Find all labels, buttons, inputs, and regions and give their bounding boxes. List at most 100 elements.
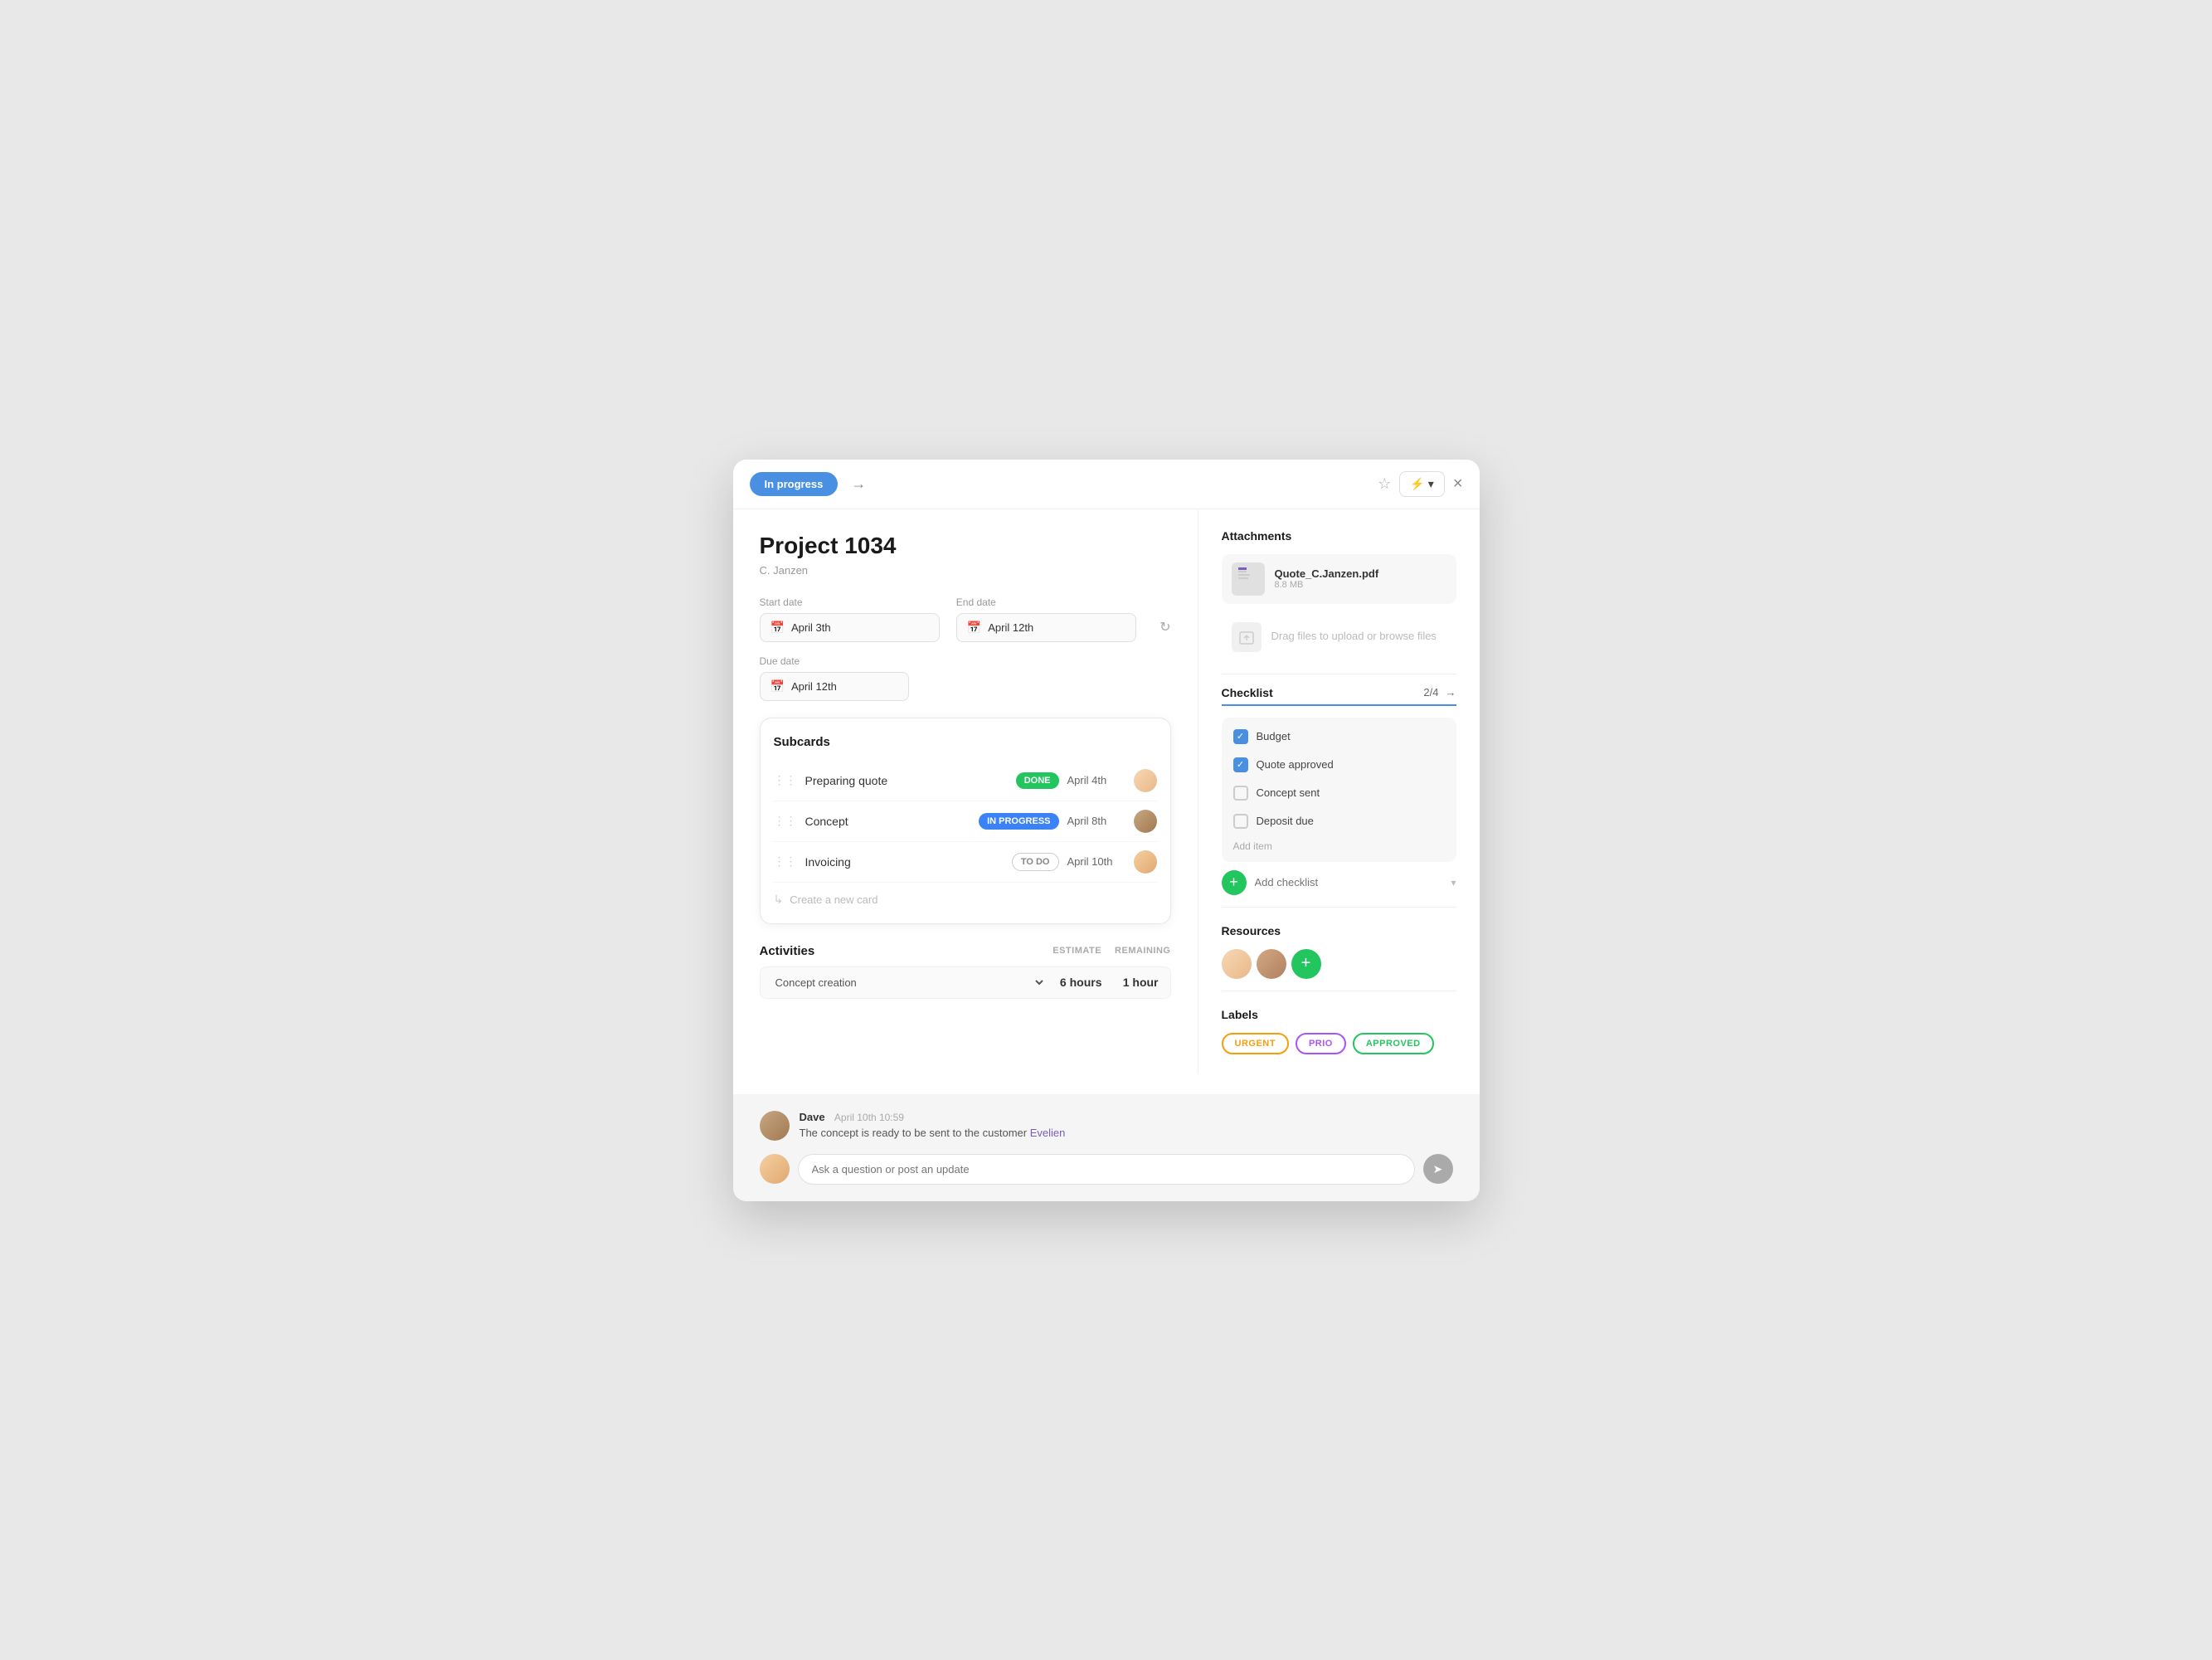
- remaining-col-label: REMAINING: [1115, 946, 1170, 956]
- end-date-input[interactable]: 📅 April 12th: [956, 613, 1136, 642]
- attachment-size-0: 8.8 MB: [1275, 580, 1379, 590]
- status-arrow-button[interactable]: →: [851, 475, 866, 493]
- comment-meta: Dave April 10th 10:59: [800, 1111, 1066, 1123]
- comment-input-row: ➤: [760, 1154, 1453, 1185]
- add-checklist-input[interactable]: [1255, 876, 1443, 888]
- status-label: In progress: [765, 478, 824, 490]
- divider-2: [1222, 907, 1456, 908]
- label-urgent[interactable]: URGENT: [1222, 1033, 1289, 1054]
- status-badge-1: IN PROGRESS: [979, 813, 1058, 830]
- status-button[interactable]: In progress: [750, 472, 839, 496]
- upload-text: Drag files to upload or browse files: [1271, 629, 1437, 644]
- end-date-value: April 12th: [988, 621, 1033, 634]
- attachment-item: Quote_C.Janzen.pdf 8.8 MB: [1222, 554, 1456, 604]
- activity-name-select[interactable]: Concept creation: [772, 976, 1046, 990]
- due-date-label: Due date: [760, 655, 1171, 667]
- start-date-input[interactable]: 📅 April 3th: [760, 613, 940, 642]
- checkbox-2[interactable]: [1233, 786, 1248, 801]
- project-author: C. Janzen: [760, 564, 1171, 577]
- right-panel: Attachments Quote_C.Janzen.pdf 8.: [1198, 509, 1480, 1074]
- checklist-item-1: ✓ Quote approved: [1222, 751, 1456, 779]
- star-button[interactable]: ☆: [1378, 475, 1391, 493]
- subcard-avatar-2: [1134, 850, 1157, 874]
- checkbox-0[interactable]: ✓: [1233, 729, 1248, 744]
- send-button[interactable]: ➤: [1423, 1154, 1453, 1184]
- subcard-name-0: Preparing quote: [805, 774, 1008, 787]
- activity-remaining-0: 1 hour: [1109, 976, 1159, 989]
- drag-handle-icon[interactable]: ⋮⋮: [774, 814, 797, 828]
- comment-input[interactable]: [798, 1154, 1415, 1185]
- start-cal-icon: 📅: [771, 621, 785, 635]
- checklist-count: 2/4: [1423, 686, 1438, 699]
- modal-header: In progress → ☆ ⚡ ▾ ×: [733, 460, 1480, 509]
- lightning-icon: ⚡: [1410, 477, 1424, 491]
- checklist-label-2: Concept sent: [1257, 786, 1320, 799]
- add-checklist-row: + ▾: [1222, 870, 1456, 895]
- subcard-date-2: April 10th: [1067, 855, 1125, 868]
- subcard-avatar-0: [1134, 769, 1157, 792]
- checklist-label-1: Quote approved: [1257, 758, 1334, 771]
- activities-cols: ESTIMATE REMAINING: [1053, 946, 1170, 956]
- comment-content: Dave April 10th 10:59 The concept is rea…: [800, 1111, 1066, 1141]
- checklist-arrow-icon: →: [1446, 686, 1456, 699]
- activity-estimate-0: 6 hours: [1053, 976, 1102, 989]
- subcards-title: Subcards: [774, 735, 1157, 749]
- drag-handle-icon[interactable]: ⋮⋮: [774, 773, 797, 787]
- resource-avatar-1: [1257, 949, 1286, 979]
- comment-mention[interactable]: Evelien: [1030, 1127, 1066, 1139]
- comment-item: Dave April 10th 10:59 The concept is rea…: [760, 1111, 1453, 1141]
- add-resource-button[interactable]: +: [1291, 949, 1321, 979]
- end-date-label: End date: [956, 596, 1136, 608]
- start-date-value: April 3th: [791, 621, 831, 634]
- send-icon: ➤: [1433, 1162, 1443, 1176]
- checklist-item-3: Deposit due: [1222, 807, 1456, 835]
- comments-section: Dave April 10th 10:59 The concept is rea…: [733, 1094, 1480, 1201]
- activity-row: Concept creation 6 hours 1 hour: [760, 966, 1171, 999]
- create-new-card-row[interactable]: ↳ Create a new card: [774, 883, 1157, 907]
- add-checklist-item[interactable]: Add item: [1222, 835, 1456, 857]
- status-badge-0: DONE: [1016, 772, 1059, 789]
- checklist-item-2: Concept sent: [1222, 779, 1456, 807]
- lightning-button[interactable]: ⚡ ▾: [1399, 471, 1444, 497]
- upload-icon: [1232, 622, 1262, 652]
- comment-author: Dave: [800, 1111, 825, 1123]
- checklist-items: ✓ Budget ✓ Quote approved Concept sent D…: [1222, 718, 1456, 862]
- pdf-icon: [1232, 562, 1265, 596]
- checklist-label-3: Deposit due: [1257, 815, 1314, 827]
- upload-area[interactable]: Drag files to upload or browse files: [1222, 612, 1456, 662]
- start-date-label: Start date: [760, 596, 940, 608]
- due-cal-icon: 📅: [771, 679, 785, 694]
- status-badge-2: TO DO: [1012, 853, 1059, 871]
- attachments-section: Attachments Quote_C.Janzen.pdf 8.: [1222, 529, 1456, 662]
- label-prio[interactable]: PRIO: [1296, 1033, 1346, 1054]
- start-date-field: Start date 📅 April 3th: [760, 596, 940, 642]
- create-card-icon: ↳: [774, 893, 784, 907]
- due-date-input[interactable]: 📅 April 12th: [760, 672, 909, 701]
- header-actions: ☆ ⚡ ▾ ×: [1378, 471, 1462, 497]
- checkbox-3[interactable]: [1233, 814, 1248, 829]
- drag-handle-icon[interactable]: ⋮⋮: [774, 854, 797, 869]
- left-panel: Project 1034 C. Janzen Start date 📅 Apri…: [733, 509, 1198, 1074]
- labels-section: Labels URGENT PRIO APPROVED: [1222, 1008, 1456, 1054]
- resources-section: Resources +: [1222, 924, 1456, 979]
- refresh-button[interactable]: ↻: [1159, 613, 1170, 642]
- attachment-name-0: Quote_C.Janzen.pdf: [1275, 567, 1379, 580]
- checkbox-1[interactable]: ✓: [1233, 757, 1248, 772]
- checklist-dropdown-icon[interactable]: ▾: [1451, 877, 1456, 888]
- checklist-item-0: ✓ Budget: [1222, 723, 1456, 751]
- labels-row: URGENT PRIO APPROVED: [1222, 1033, 1456, 1054]
- dates-row: Start date 📅 April 3th End date 📅 April …: [760, 596, 1171, 642]
- add-checklist-button[interactable]: +: [1222, 870, 1247, 895]
- subcard-name-2: Invoicing: [805, 855, 1004, 869]
- due-date-value: April 12th: [791, 680, 837, 693]
- modal-body: Project 1034 C. Janzen Start date 📅 Apri…: [733, 509, 1480, 1074]
- checklist-label-0: Budget: [1257, 730, 1291, 742]
- checklist-section: Checklist 2/4 → ✓ Budget ✓ Quote approve…: [1222, 686, 1456, 895]
- subcards-container: Subcards ⋮⋮ Preparing quote DONE April 4…: [760, 718, 1171, 924]
- activities-section: Activities ESTIMATE REMAINING Concept cr…: [760, 944, 1171, 999]
- checklist-title: Checklist: [1222, 686, 1273, 699]
- commenter-avatar: [760, 1154, 790, 1184]
- close-button[interactable]: ×: [1453, 475, 1463, 494]
- label-approved[interactable]: APPROVED: [1353, 1033, 1434, 1054]
- table-row: ⋮⋮ Preparing quote DONE April 4th: [774, 761, 1157, 801]
